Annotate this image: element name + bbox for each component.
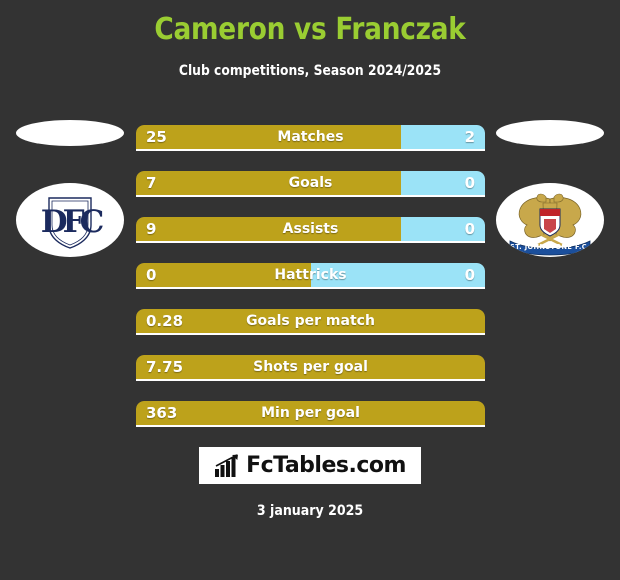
away-stat-value: 0 [464,220,475,238]
stat-row: 7.75 Shots per goal [136,355,485,381]
away-stat-value: 2 [464,128,475,146]
stat-label: Goals per match [246,313,375,329]
dundee-fc-logo-icon: DFC [41,197,109,249]
stat-row: 0 Hattricks 0 [136,263,485,289]
stat-label: Assists [282,221,339,237]
stat-row: 9 Assists 0 [136,217,485,243]
brand-name: FcTables.com [246,453,406,478]
page-title: Cameron vs Franczak [154,12,466,47]
away-stat-value: 0 [464,266,475,284]
home-crest-glow [16,120,124,146]
stat-row: 0.28 Goals per match [136,309,485,335]
stat-label: Min per goal [261,405,360,421]
home-stat-value: 9 [146,220,157,238]
svg-text:DFC: DFC [41,204,104,240]
home-stat-value: 363 [146,404,178,422]
home-team-crest: DFC [16,183,124,257]
page-subtitle: Club competitions, Season 2024/2025 [178,63,442,79]
home-stat-value: 25 [146,128,167,146]
stat-row: 363 Min per goal [136,401,485,427]
away-stat-value: 0 [464,174,475,192]
away-team-crest: ST. JOHNSTONE F.C. [496,183,604,257]
stat-label: Goals [288,175,333,191]
home-stat-value: 0 [146,266,157,284]
stat-row: 25 Matches 2 [136,125,485,151]
fctables-brand-badge[interactable]: FcTables.com [199,447,421,484]
stats-rows: 25 Matches 2 7 Goals 0 9 Assists 0 0 Hattricks 0 0.2… [136,125,485,447]
player-comparison-infographic: Cameron vs Franczak Club competitions, S… [0,0,620,580]
report-date: 3 january 2025 [256,503,364,519]
bar-chart-growth-icon [215,453,239,477]
home-stat-value: 0.28 [146,312,184,330]
stat-label: Hattricks [274,267,347,283]
svg-text:ST. JOHNSTONE F.C.: ST. JOHNSTONE F.C. [510,243,590,251]
st-johnstone-fc-logo-icon: ST. JOHNSTONE F.C. [509,193,591,256]
stat-label: Shots per goal [253,359,368,375]
stat-label: Matches [277,129,344,145]
away-crest-glow [496,120,604,146]
stat-row: 7 Goals 0 [136,171,485,197]
home-stat-value: 7 [146,174,157,192]
home-stat-value: 7.75 [146,358,184,376]
